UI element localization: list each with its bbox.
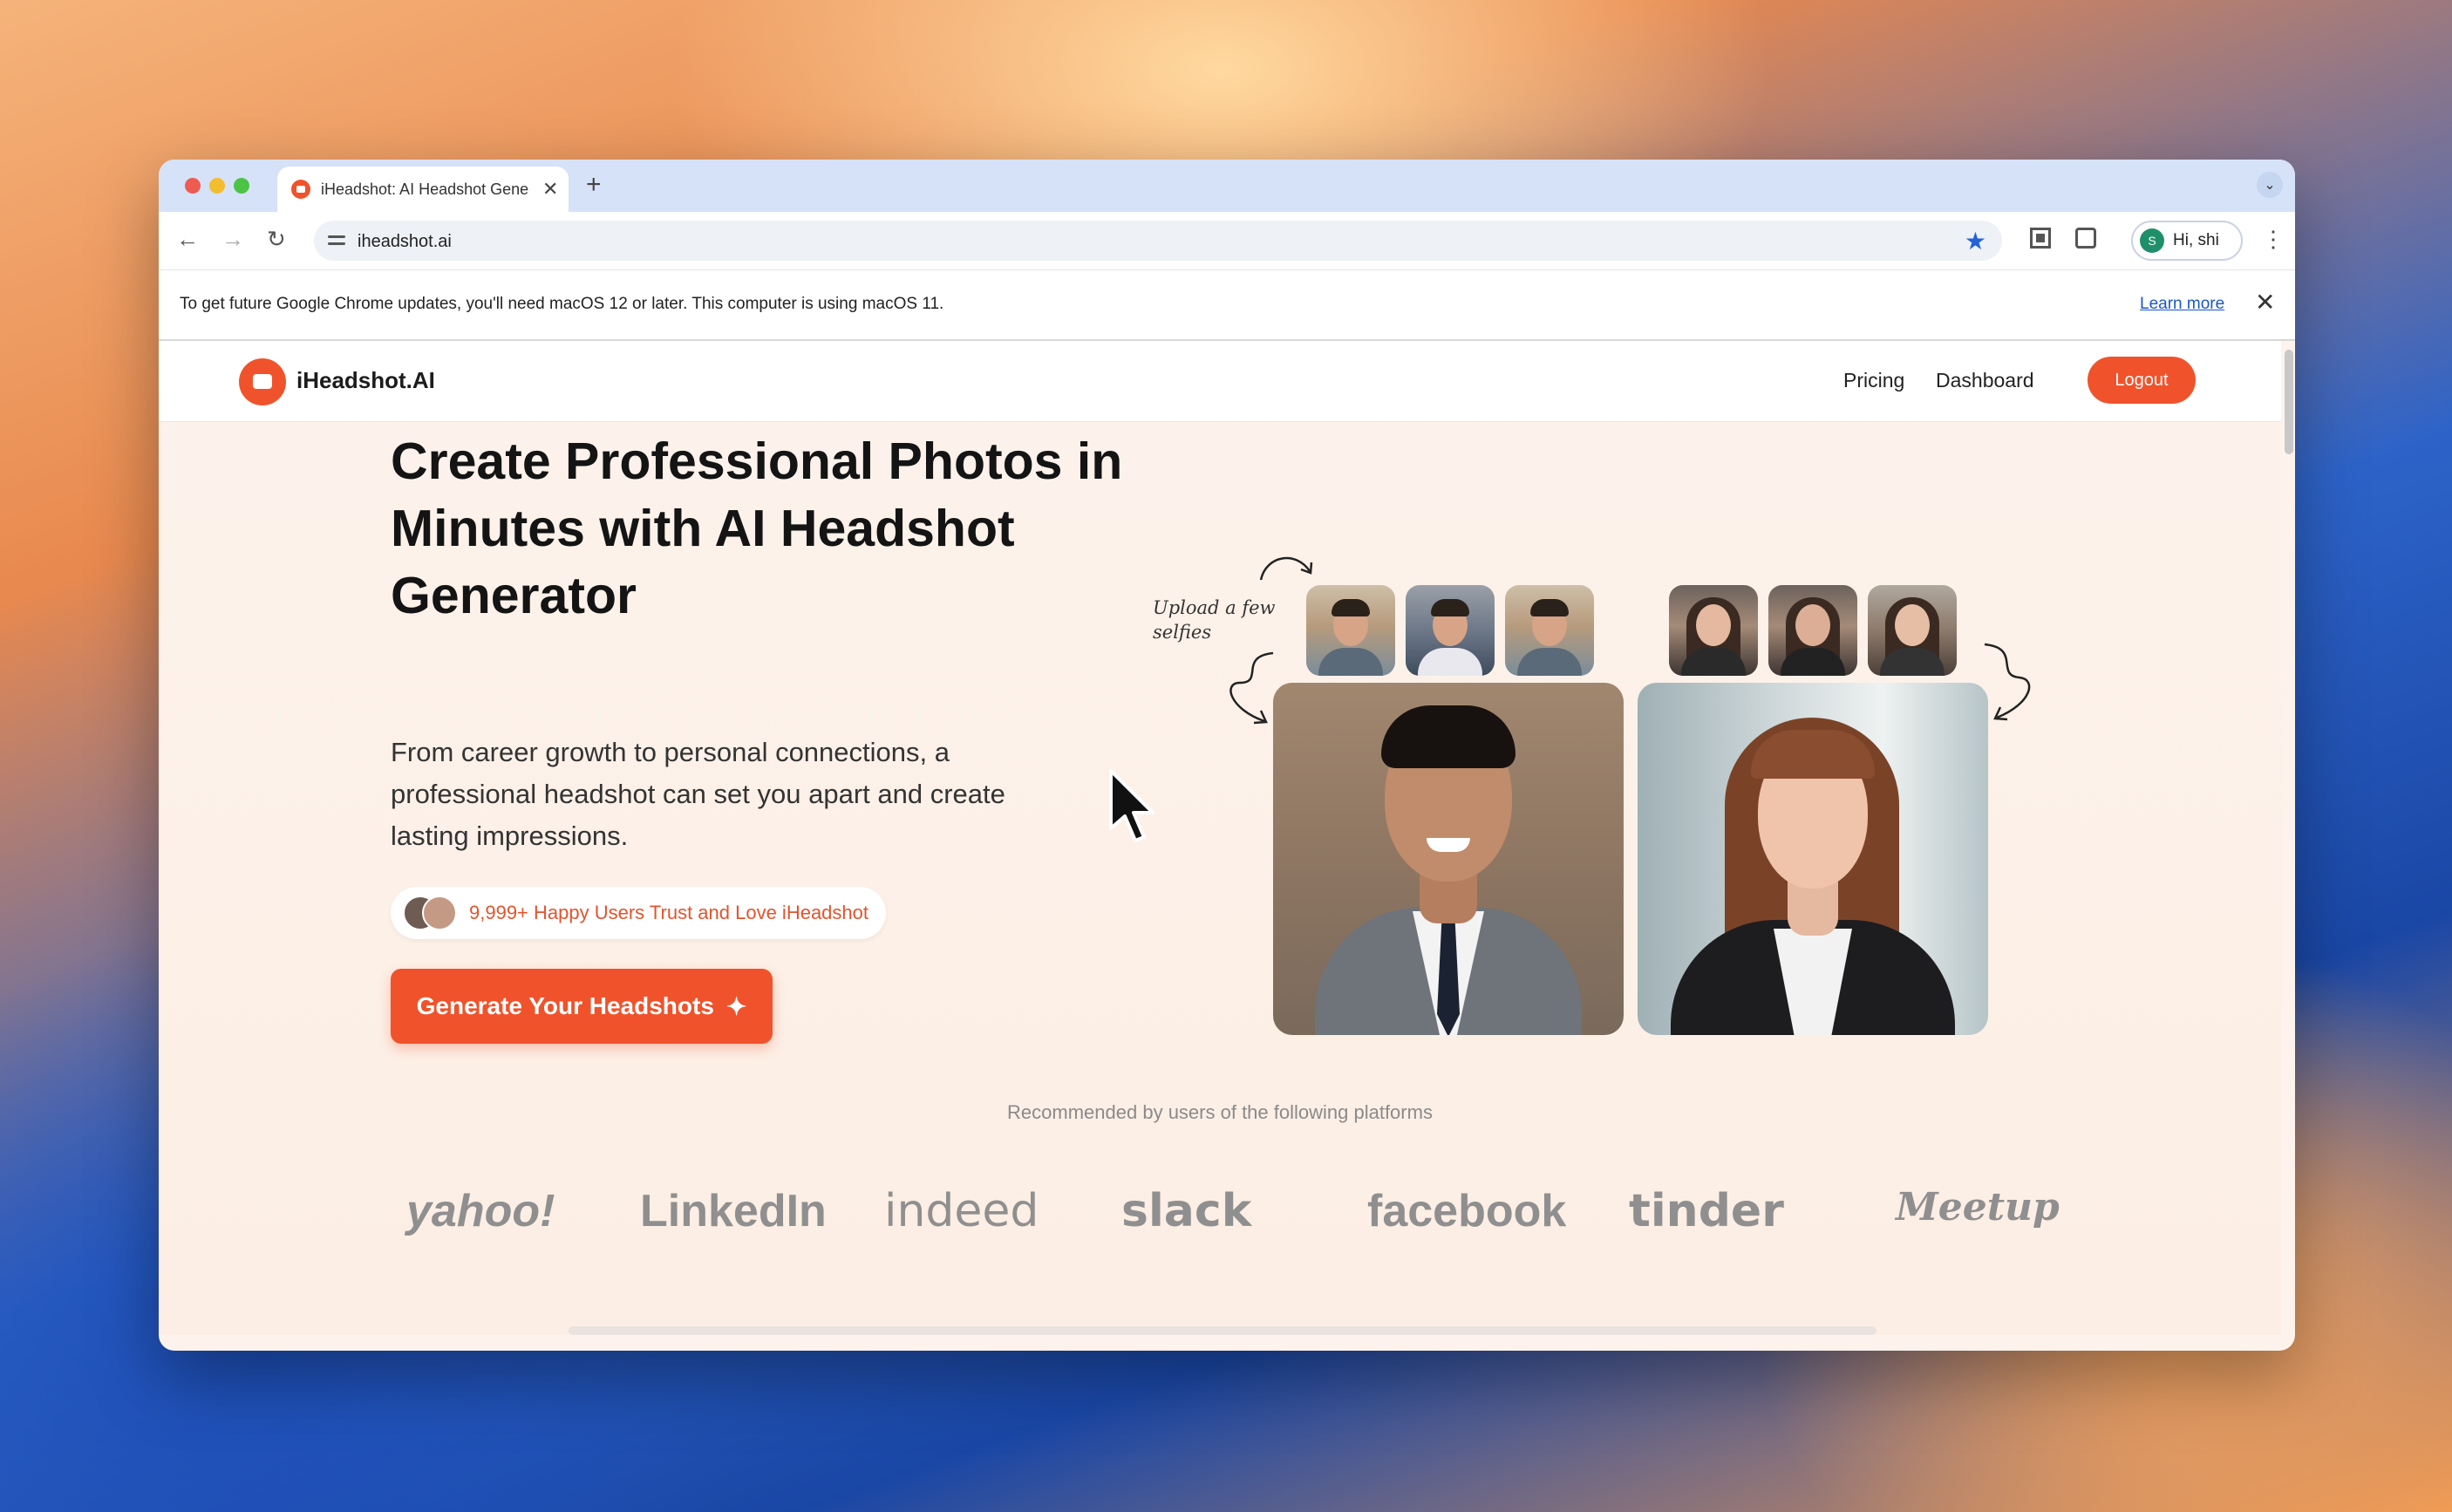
hero-subtitle: From career growth to personal connectio… [391, 737, 1005, 851]
page-scrollbar[interactable] [2285, 350, 2293, 454]
headshot-man [1273, 683, 1624, 1035]
desktop: iHeadshot: AI Headshot Gene ✕ + ⌄ ← → ↻ … [0, 0, 2452, 1512]
profile-label: Hi, shi [2173, 231, 2219, 249]
tab-title: iHeadshot: AI Headshot Gene [321, 180, 529, 198]
extensions-puzzle-icon[interactable] [2075, 228, 2096, 249]
nav-pricing-link[interactable]: Pricing [1843, 369, 1904, 392]
address-bar[interactable]: iheadshot.ai ★ [314, 221, 2002, 261]
indeed-logo: indeed [884, 1185, 1039, 1237]
bookmark-star-icon[interactable]: ★ [1965, 227, 1986, 255]
close-window-button[interactable] [185, 178, 201, 194]
slack-logo: slack [1121, 1185, 1252, 1237]
new-tab-button[interactable]: + [586, 170, 602, 200]
hero-title: Create Professional Photos in Minutes wi… [391, 432, 1123, 624]
reload-icon[interactable]: ↻ [267, 226, 286, 253]
selfie-woman-3 [1868, 585, 1957, 676]
meetup-logo: Meetup [1896, 1185, 2060, 1229]
linkedin-logo: LinkedIn [640, 1186, 827, 1236]
webpage: iHeadshot.AI Pricing Dashboard Logout Cr… [159, 341, 2281, 1335]
curved-arrow-icon [1259, 556, 1313, 581]
minimize-window-button[interactable] [209, 178, 225, 194]
sparkle-icon: ✦ [725, 992, 747, 1020]
cta-label: Generate Your Headshots [416, 992, 714, 1019]
profile-avatar: S [2140, 228, 2164, 253]
trust-badge: 9,999+ Happy Users Trust and Love iHeads… [391, 887, 886, 939]
tab-iheadshot[interactable]: iHeadshot: AI Headshot Gene ✕ [277, 167, 569, 212]
nav-dashboard-link[interactable]: Dashboard [1936, 369, 2034, 392]
trust-text: 9,999+ Happy Users Trust and Love iHeads… [469, 902, 868, 923]
selfie-man-2 [1406, 585, 1495, 676]
infobar-message: To get future Google Chrome updates, you… [180, 295, 944, 313]
browser-window: iHeadshot: AI Headshot Gene ✕ + ⌄ ← → ↻ … [159, 160, 2295, 1351]
mouse-cursor-icon [1109, 769, 1154, 842]
generate-headshots-button[interactable]: Generate Your Headshots ✦ [391, 969, 773, 1044]
kebab-menu-icon[interactable]: ⋮ [2262, 226, 2285, 253]
learn-more-link[interactable]: Learn more [2140, 295, 2224, 314]
maximize-window-button[interactable] [234, 178, 249, 194]
logout-button[interactable]: Logout [2088, 357, 2196, 404]
platforms-heading: Recommended by users of the following pl… [1007, 1101, 1433, 1123]
site-header: iHeadshot.AI Pricing Dashboard Logout [159, 341, 2281, 422]
selfie-woman-1 [1669, 585, 1758, 676]
user-avatars-group [403, 896, 459, 930]
headshot-woman [1638, 683, 1988, 1035]
back-arrow-icon[interactable]: ← [176, 226, 199, 253]
camera-logo-icon[interactable] [239, 358, 286, 405]
selfie-man-1 [1306, 585, 1395, 676]
browser-toolbar: ← → ↻ iheadshot.ai ★ S Hi, shi ⋮ [159, 212, 2295, 269]
yahoo-logo: yahoo! [406, 1186, 555, 1236]
site-settings-icon[interactable] [328, 231, 345, 249]
url-text[interactable]: iheadshot.ai [358, 232, 452, 252]
tab-bar: iHeadshot: AI Headshot Gene ✕ + ⌄ [159, 160, 2295, 212]
infobar-close-icon[interactable]: ✕ [2255, 288, 2275, 317]
camera-favicon-icon [291, 180, 310, 199]
upload-note: Upload a few selfies [1153, 597, 1276, 643]
site-logo-text[interactable]: iHeadshot.AI [296, 367, 435, 394]
facebook-logo: facebook [1367, 1186, 1567, 1236]
tinder-logo: tinder [1629, 1185, 1784, 1237]
forward-arrow-icon[interactable]: → [221, 226, 244, 253]
selfie-man-3 [1505, 585, 1594, 676]
selfie-woman-2 [1768, 585, 1857, 676]
page-bottom-divider [569, 1326, 1876, 1335]
update-infobar: To get future Google Chrome updates, you… [159, 269, 2295, 341]
qr-code-icon[interactable] [2030, 228, 2051, 249]
profile-button[interactable]: S Hi, shi [2131, 221, 2243, 261]
tab-search-chevron-icon[interactable]: ⌄ [2257, 172, 2283, 198]
tab-close-icon[interactable]: ✕ [542, 178, 558, 201]
